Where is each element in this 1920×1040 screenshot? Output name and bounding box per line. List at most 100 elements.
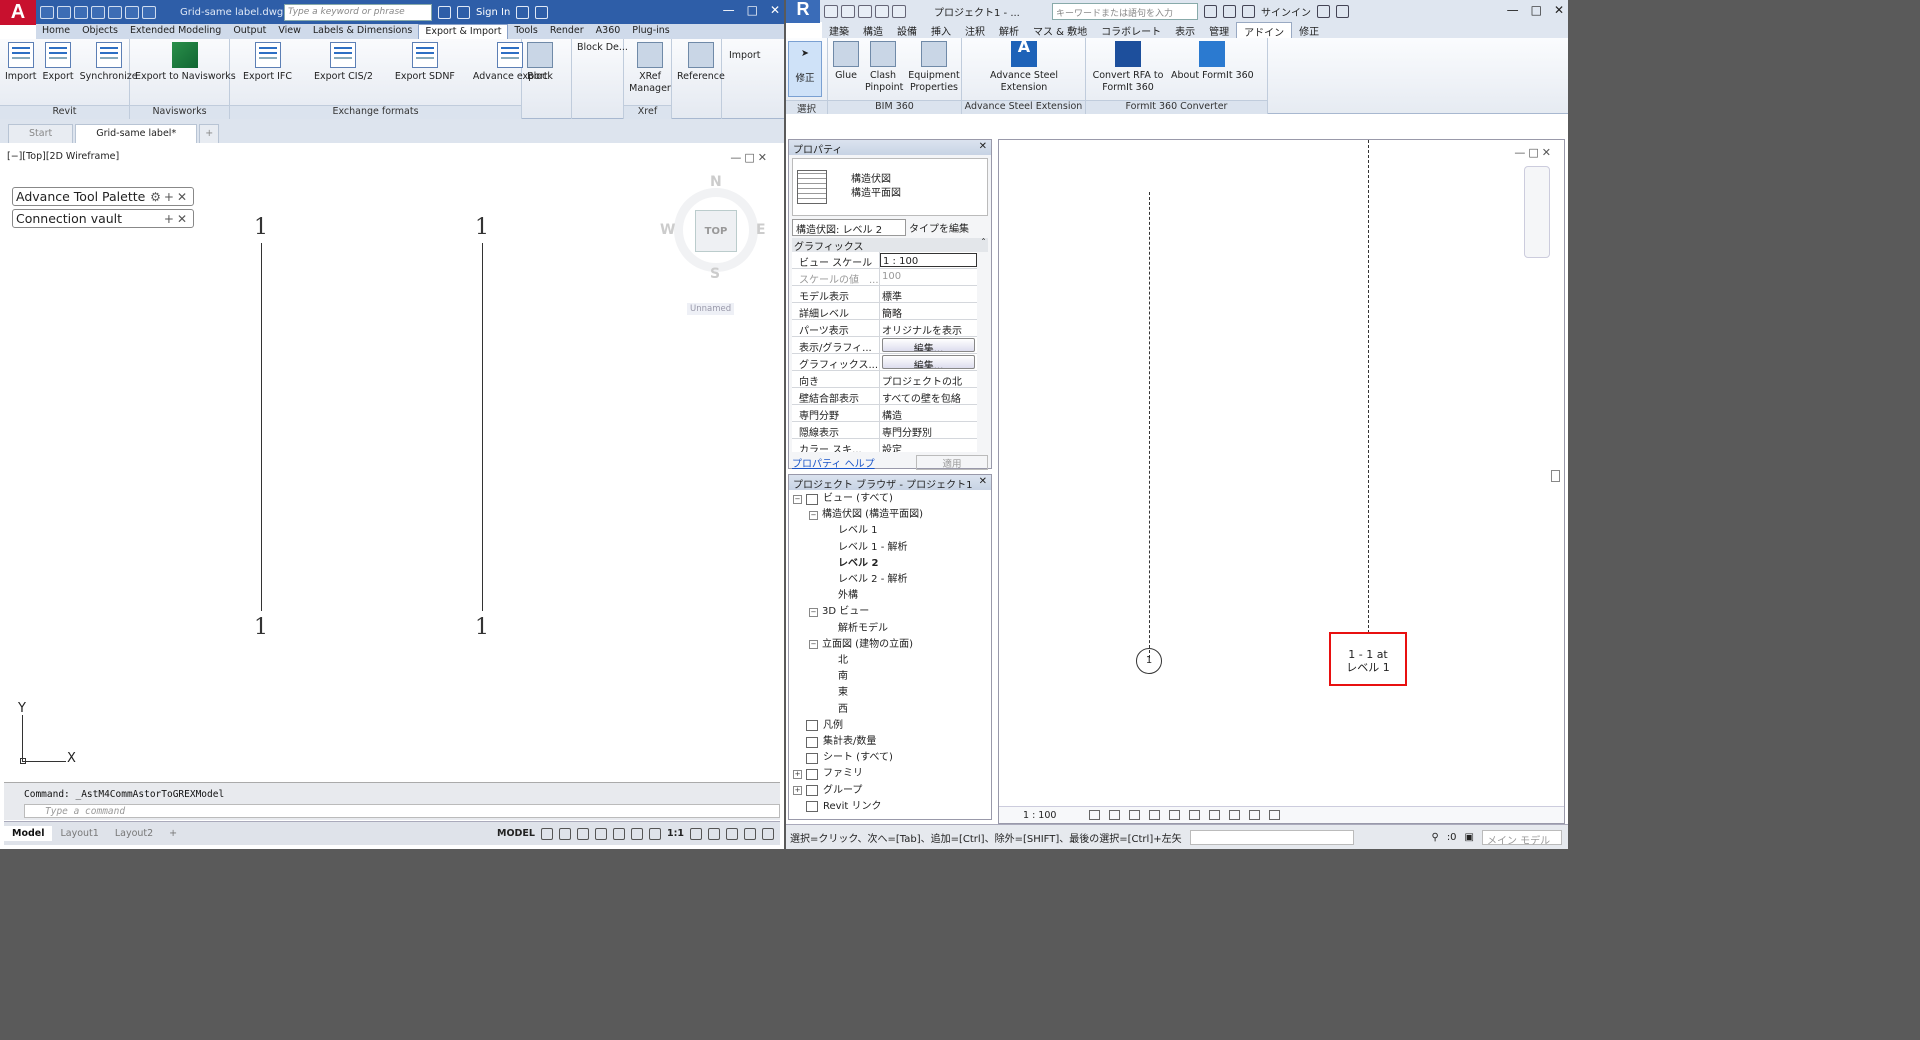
tree-item[interactable]: + グループ — [789, 783, 991, 799]
print-icon[interactable] — [108, 5, 122, 19]
grid-toggle-icon[interactable] — [540, 827, 553, 840]
tab-a360[interactable]: A360 — [590, 24, 627, 39]
property-row[interactable]: スケールの値 ... 100 — [792, 269, 977, 286]
graphics-group-header[interactable]: グラフィックス ˆ — [792, 238, 988, 253]
model-space-toggle[interactable]: MODEL — [497, 828, 535, 839]
apply-button[interactable]: 適用 — [916, 455, 988, 470]
tree-item[interactable]: レベル 1 — [789, 523, 991, 539]
star-icon[interactable] — [1242, 4, 1255, 18]
instance-dropdown[interactable]: 構造伏図: レベル 2 — [792, 219, 906, 236]
reveal-hidden-icon[interactable] — [1229, 810, 1241, 820]
viewcube-north[interactable]: N — [710, 174, 722, 190]
tree-item[interactable]: −3D ビュー — [789, 604, 991, 620]
detail-level-icon[interactable] — [1089, 810, 1101, 820]
autocad-app-button[interactable]: A — [0, 0, 36, 25]
tab-home[interactable]: Home — [36, 24, 76, 39]
open-icon[interactable] — [824, 4, 838, 18]
revit-search-input[interactable]: キーワードまたは語句を入力 — [1052, 2, 1198, 20]
otrack-toggle-icon[interactable] — [630, 827, 643, 840]
revit-app-button[interactable]: R — [786, 0, 820, 23]
property-row[interactable]: モデル表示 標準 — [792, 286, 977, 303]
show-crop-icon[interactable] — [1189, 810, 1201, 820]
fullscreen-icon[interactable] — [744, 827, 756, 840]
section-tag-highlight[interactable]: 1 - 1 at レベル 1 — [1329, 632, 1407, 686]
tree-item[interactable]: 西 — [789, 702, 991, 718]
highlight-displacement-icon[interactable] — [1269, 810, 1281, 820]
redo-icon[interactable] — [892, 4, 906, 18]
help-icon[interactable] — [1336, 4, 1349, 18]
edit-button[interactable]: 編集... — [882, 355, 975, 369]
tree-item[interactable]: − 立面図 (建物の立面) — [789, 637, 991, 653]
doc-tab-grid-same-label[interactable]: Grid-same label* — [75, 124, 198, 143]
annotation-icon[interactable] — [648, 827, 661, 840]
property-row[interactable]: ビュー スケール 1 : 100 — [792, 252, 977, 269]
save-as-icon[interactable] — [91, 5, 105, 19]
close-icon[interactable]: ✕ — [1554, 3, 1564, 17]
undo-icon[interactable] — [125, 5, 139, 19]
connection-vault-palette[interactable]: Connection vault +✕ — [12, 209, 194, 228]
viewcube-south[interactable]: S — [710, 266, 720, 282]
tree-item[interactable]: レベル 2 — [789, 556, 991, 572]
property-row[interactable]: パーツ表示 オリジナルを表示 — [792, 320, 977, 337]
edit-type-button[interactable]: タイプを編集 — [909, 220, 969, 235]
view-scale[interactable]: 1 : 100 — [1023, 810, 1056, 821]
close-icon[interactable]: ✕ — [979, 476, 987, 489]
tab-insert[interactable]: 挿入 — [924, 22, 958, 38]
temporary-hide-icon[interactable] — [1209, 810, 1221, 820]
save-icon[interactable] — [74, 5, 88, 19]
collapse-icon[interactable]: ˆ — [981, 238, 986, 252]
edit-button[interactable]: 編集... — [882, 338, 975, 352]
viewcube-east[interactable]: E — [756, 222, 766, 238]
tab-extended-modeling[interactable]: Extended Modeling — [124, 24, 227, 39]
crop-view-icon[interactable] — [1169, 810, 1181, 820]
expand-icon[interactable]: − — [809, 510, 818, 520]
property-row[interactable]: 詳細レベル 簡略 — [792, 303, 977, 320]
tab-labels-dimensions[interactable]: Labels & Dimensions — [307, 24, 418, 39]
exchange-icon[interactable] — [516, 5, 530, 19]
status-input[interactable] — [1189, 829, 1354, 845]
maximize-icon[interactable]: □ — [747, 3, 758, 17]
grid-line[interactable] — [482, 243, 483, 611]
tree-item[interactable]: 東 — [789, 685, 991, 701]
workspace-gear-icon[interactable] — [690, 827, 702, 840]
save-icon[interactable] — [841, 4, 855, 18]
tree-item[interactable]: 外構 — [789, 588, 991, 604]
tab-view[interactable]: 表示 — [1168, 22, 1202, 38]
tab-structure[interactable]: 構造 — [856, 22, 890, 38]
sign-in-link[interactable]: Sign In — [476, 7, 510, 18]
property-value[interactable]: 専門分野別 — [880, 422, 977, 438]
visual-style-icon[interactable] — [1109, 810, 1121, 820]
property-row[interactable]: グラフィックス... 編集... — [792, 354, 977, 371]
tree-item[interactable]: レベル 1 - 解析 — [789, 540, 991, 556]
revit-view-canvas[interactable]: —□✕ 1 1 - 1 at レベル 1 1 : 100 — [998, 139, 1565, 824]
modify-button[interactable]: ➤ 修正 — [788, 41, 822, 97]
tab-plug-ins[interactable]: Plug-ins — [626, 24, 675, 39]
maximize-icon[interactable]: □ — [1531, 3, 1542, 17]
annotation-scale[interactable]: 1:1 — [667, 828, 684, 839]
ucs-menu[interactable]: Unnamed — [687, 303, 735, 315]
search-input[interactable]: Type a keyword or phrase — [284, 3, 432, 21]
viewport-label[interactable]: [−][Top][2D Wireframe] — [7, 151, 119, 162]
add-layout-plus-icon[interactable]: + — [161, 826, 185, 841]
layout-tab-layout1[interactable]: Layout1 — [52, 826, 106, 841]
viewport-controls[interactable]: —□✕ — [730, 151, 770, 164]
main-model-dropdown[interactable]: メイン モデル — [1482, 829, 1562, 847]
tree-item[interactable]: 南 — [789, 669, 991, 685]
tree-item[interactable]: Revit リンク — [789, 799, 991, 815]
tree-item[interactable]: − ビュー (すべて) — [789, 491, 991, 507]
viewcube-west[interactable]: W — [660, 222, 675, 238]
doc-tab-start[interactable]: Start — [8, 124, 74, 143]
tab-modify[interactable]: 修正 — [1292, 22, 1326, 38]
tree-item[interactable]: 凡例 — [789, 718, 991, 734]
close-icon[interactable]: ✕ — [979, 141, 987, 154]
tab-annotate[interactable]: 注釈 — [958, 22, 992, 38]
binoculars-icon[interactable] — [1204, 4, 1217, 18]
tab-architecture[interactable]: 建築 — [822, 22, 856, 38]
command-input[interactable]: Type a command — [24, 804, 780, 818]
exchange-icon[interactable] — [1317, 4, 1330, 18]
property-value[interactable]: すべての壁を包絡 — [880, 388, 977, 404]
panel-title[interactable]: 選択 — [786, 100, 827, 115]
help-icon[interactable] — [535, 5, 549, 19]
osnap-toggle-icon[interactable] — [612, 827, 625, 840]
panel-title[interactable]: Exchange formats — [230, 105, 521, 119]
